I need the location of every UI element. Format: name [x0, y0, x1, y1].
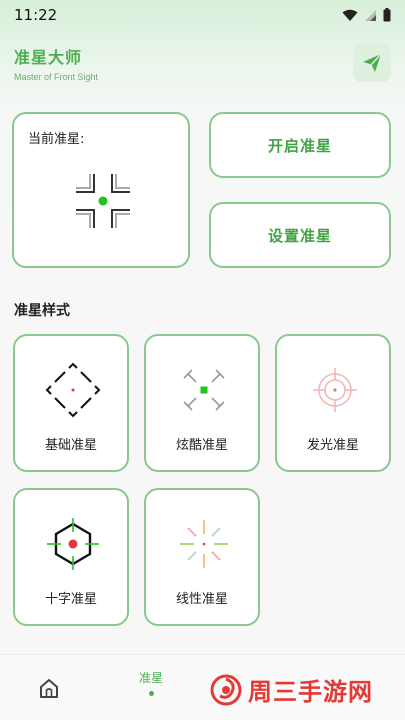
- current-crosshair-label: 当前准星:: [28, 132, 85, 147]
- share-button[interactable]: [353, 44, 391, 82]
- style-card-linear[interactable]: 线性准星: [144, 488, 260, 626]
- signal-icon: [365, 9, 376, 21]
- cool-crosshair-icon: [183, 369, 225, 411]
- settings-crosshair-label: 设置准星: [267, 226, 332, 245]
- basic-crosshair-icon: [45, 362, 101, 418]
- style-label-glow: 发光准星: [306, 438, 359, 453]
- nav-crosshair-label: 准星: [138, 671, 163, 685]
- cross-crosshair-icon: [47, 518, 99, 570]
- watermark-text: 周三手游网: [248, 678, 373, 706]
- battery-icon: [383, 8, 391, 22]
- current-crosshair-icon: [76, 174, 130, 228]
- style-label-cross: 十字准星: [44, 592, 97, 607]
- open-crosshair-label: 开启准星: [267, 136, 332, 155]
- open-crosshair-button[interactable]: 开启准星: [209, 112, 391, 178]
- watermark-logo-icon: [210, 674, 242, 705]
- current-crosshair-card: 当前准星:: [12, 112, 190, 268]
- status-icons: [342, 8, 391, 22]
- watermark: 周三手游网: [210, 672, 373, 707]
- wifi-icon: [342, 9, 358, 21]
- nav-crosshair-tab[interactable]: 准星: [130, 669, 172, 696]
- glow-crosshair-icon: [313, 368, 357, 412]
- style-label-basic: 基础准星: [44, 438, 97, 453]
- settings-crosshair-button[interactable]: 设置准星: [209, 202, 391, 268]
- app-header: 准星大师 Master of Front Sight: [14, 44, 98, 82]
- app-title: 准星大师: [14, 48, 83, 67]
- home-icon: [40, 679, 58, 698]
- style-label-linear: 线性准星: [175, 592, 228, 607]
- section-title: 准星样式: [14, 303, 70, 319]
- nav-active-indicator: [148, 691, 154, 696]
- nav-home[interactable]: [38, 677, 60, 703]
- style-card-basic[interactable]: 基础准星: [13, 334, 129, 472]
- paper-plane-icon: [363, 53, 382, 72]
- status-time: 11:22: [14, 6, 58, 24]
- style-label-cool: 炫酷准星: [175, 438, 228, 453]
- status-bar: 11:22: [0, 0, 405, 30]
- linear-crosshair-icon: [180, 520, 228, 568]
- style-card-glow[interactable]: 发光准星: [275, 334, 391, 472]
- style-card-cool[interactable]: 炫酷准星: [144, 334, 260, 472]
- app-subtitle: Master of Front Sight: [14, 72, 99, 82]
- style-card-cross[interactable]: 十字准星: [13, 488, 129, 626]
